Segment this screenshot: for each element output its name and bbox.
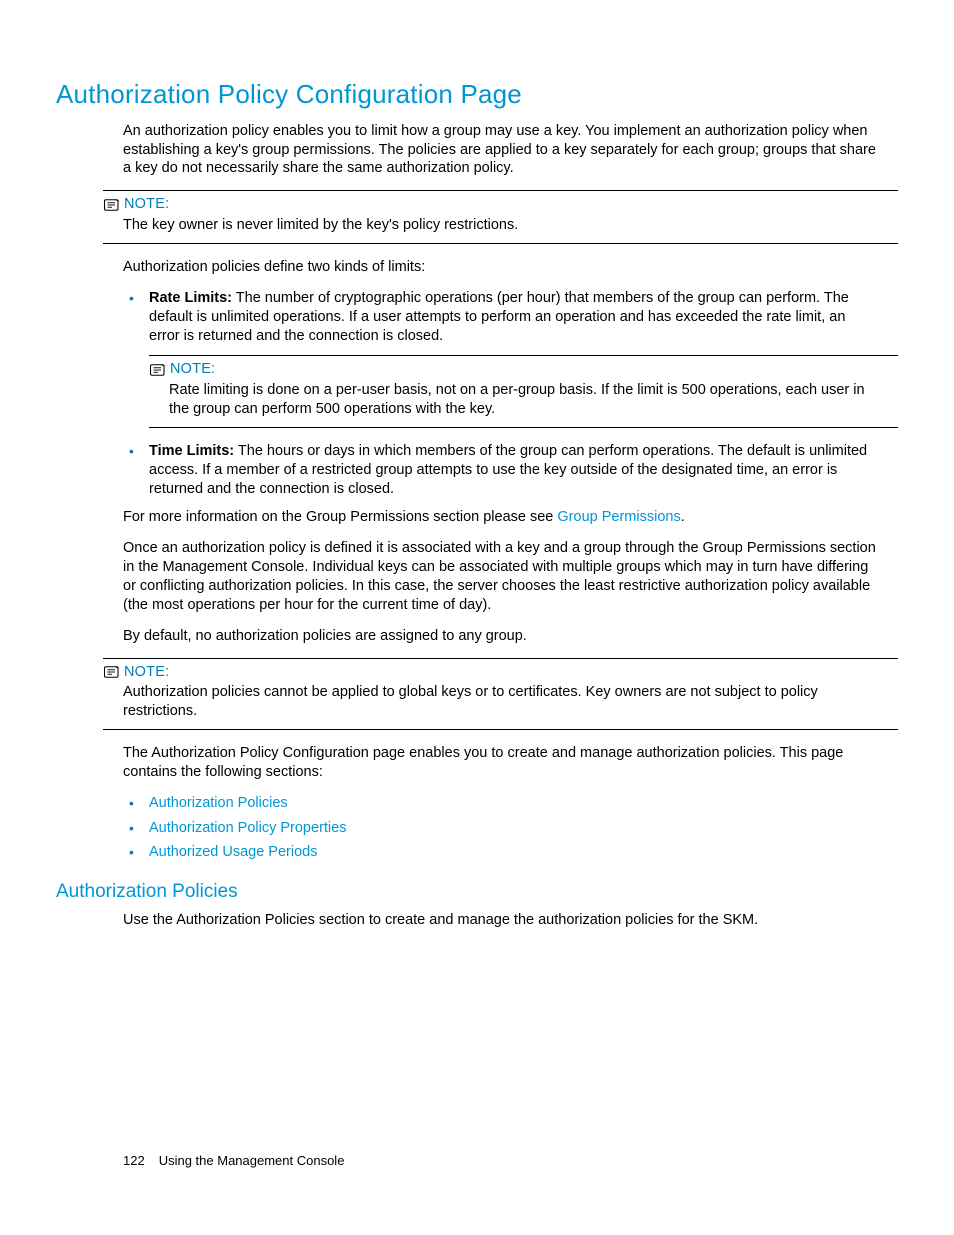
- intro-paragraph: An authorization policy enables you to l…: [123, 122, 878, 179]
- note-icon: [103, 665, 121, 679]
- authorization-policies-link[interactable]: Authorization Policies: [149, 795, 288, 811]
- note-label: NOTE:: [124, 663, 169, 682]
- note-block-3: NOTE: Authorization policies cannot be a…: [103, 658, 898, 731]
- authorization-policies-heading: Authorization Policies: [56, 880, 898, 905]
- once-defined-paragraph: Once an authorization policy is defined …: [123, 539, 878, 614]
- group-permissions-link[interactable]: Group Permissions: [557, 509, 680, 525]
- authorized-usage-periods-link[interactable]: Authorized Usage Periods: [149, 844, 317, 860]
- page-enables-paragraph: The Authorization Policy Configuration p…: [123, 744, 878, 782]
- time-limits-text: The hours or days in which members of th…: [149, 443, 867, 497]
- rate-limits-text: The number of cryptographic operations (…: [149, 290, 849, 344]
- time-limits-label: Time Limits:: [149, 443, 234, 459]
- time-limits-item: Time Limits: The hours or days in which …: [123, 442, 878, 499]
- footer-text: Using the Management Console: [159, 1153, 345, 1168]
- limits-intro: Authorization policies define two kinds …: [123, 258, 878, 277]
- rate-limits-item: Rate Limits: The number of cryptographic…: [123, 289, 878, 346]
- page-title: Authorization Policy Configuration Page: [56, 78, 898, 112]
- page-footer: 122 Using the Management Console: [123, 1153, 344, 1170]
- note-icon: [149, 363, 167, 377]
- authorization-policy-properties-link[interactable]: Authorization Policy Properties: [149, 820, 346, 836]
- rate-limits-label: Rate Limits:: [149, 290, 232, 306]
- note-label: NOTE:: [124, 195, 169, 214]
- note-label: NOTE:: [170, 360, 215, 379]
- note-text-3: Authorization policies cannot be applied…: [123, 683, 878, 721]
- list-item: Authorization Policies: [123, 794, 898, 813]
- authorization-policies-text: Use the Authorization Policies section t…: [123, 911, 878, 930]
- note-block-2: NOTE: Rate limiting is done on a per-use…: [149, 355, 898, 428]
- note-icon: [103, 198, 121, 212]
- note-text-2: Rate limiting is done on a per-user basi…: [169, 381, 878, 419]
- more-info-pre: For more information on the Group Permis…: [123, 509, 557, 525]
- page-number: 122: [123, 1153, 145, 1168]
- note-text-1: The key owner is never limited by the ke…: [123, 216, 878, 235]
- list-item: Authorized Usage Periods: [123, 843, 898, 862]
- more-info-post: .: [681, 509, 685, 525]
- list-item: Authorization Policy Properties: [123, 819, 898, 838]
- more-info-paragraph: For more information on the Group Permis…: [123, 508, 878, 527]
- note-block-1: NOTE: The key owner is never limited by …: [103, 190, 898, 244]
- by-default-paragraph: By default, no authorization policies ar…: [123, 627, 878, 646]
